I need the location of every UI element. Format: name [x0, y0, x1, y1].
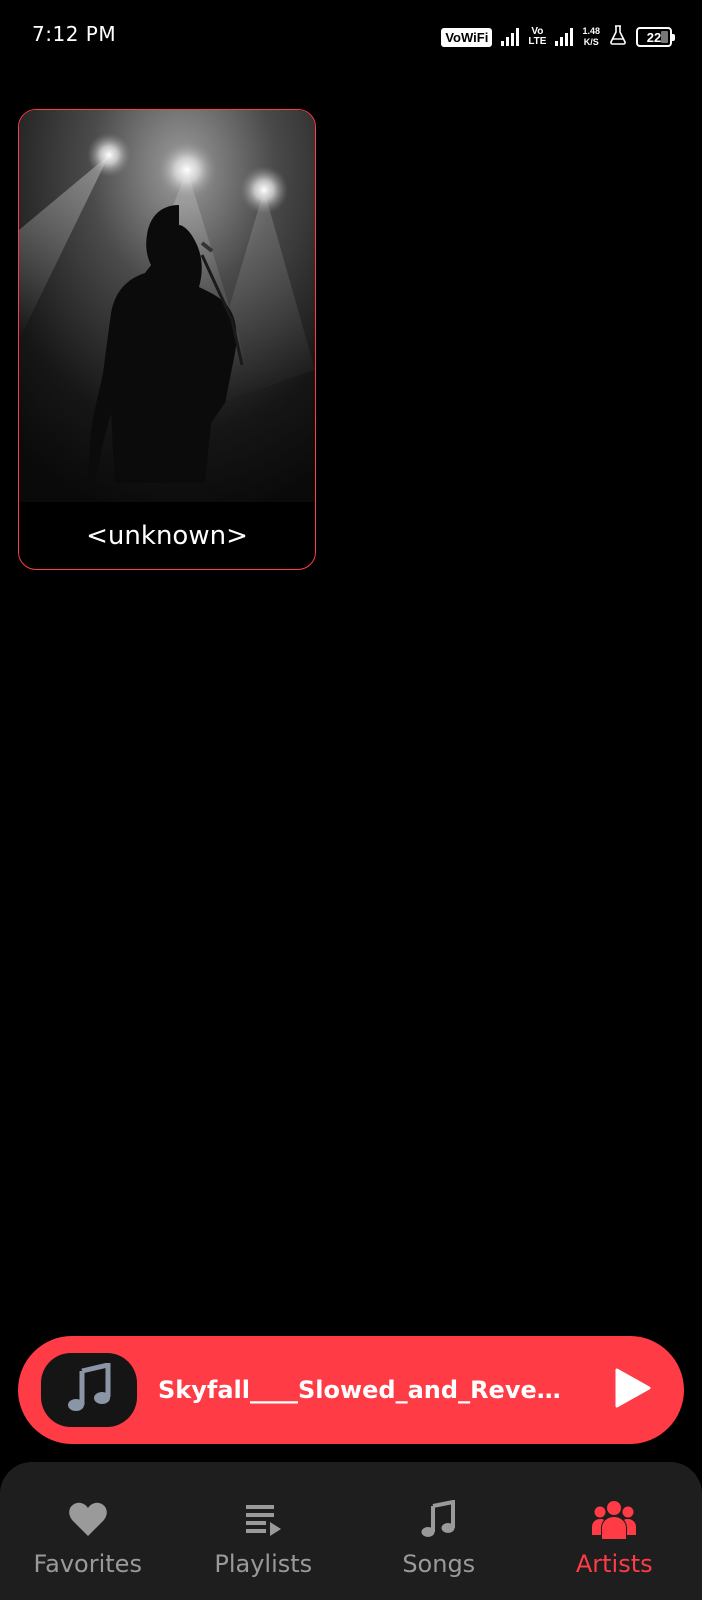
mini-player[interactable]: Skyfall____Slowed_and_Reve… — [18, 1336, 684, 1444]
artist-card[interactable]: <unknown> — [18, 109, 316, 570]
status-icons: VoWiFi Vo LTE 1.48 K/S 22 — [441, 22, 675, 52]
signal-icon-2 — [555, 28, 574, 46]
nav-label-artists: Artists — [575, 1550, 653, 1578]
nav-item-playlists[interactable]: Playlists — [176, 1462, 352, 1600]
vowifi-badge: VoWiFi — [441, 27, 493, 47]
nav-item-songs[interactable]: Songs — [351, 1462, 527, 1600]
nav-item-favorites[interactable]: Favorites — [0, 1462, 176, 1600]
signal-icon — [501, 28, 520, 46]
play-icon — [613, 1367, 651, 1413]
artist-image — [19, 110, 315, 502]
battery-icon: 22 — [636, 27, 675, 47]
nav-label-songs: Songs — [402, 1550, 476, 1578]
volte-badge: Vo LTE — [528, 26, 547, 47]
heart-icon — [68, 1498, 108, 1540]
play-button[interactable] — [610, 1368, 654, 1412]
nav-label-favorites: Favorites — [33, 1550, 142, 1578]
artist-name: <unknown> — [86, 520, 248, 551]
battery-level — [661, 31, 668, 43]
network-speed: 1.48 K/S — [582, 26, 600, 47]
now-playing-title[interactable]: Skyfall____Slowed_and_Reve… — [158, 1376, 590, 1404]
music-note-icon — [421, 1498, 457, 1540]
artists-icon — [592, 1498, 637, 1540]
bottom-nav: Favorites Playlists Songs Artists — [0, 1462, 702, 1600]
status-bar: 7:12 PM VoWiFi Vo LTE 1.48 K/S 22 — [0, 0, 702, 72]
nav-label-playlists: Playlists — [214, 1550, 313, 1578]
flask-icon — [609, 25, 627, 49]
music-note-icon — [66, 1361, 112, 1417]
nav-item-artists[interactable]: Artists — [527, 1462, 702, 1600]
status-time: 7:12 PM — [32, 22, 117, 46]
mini-player-art — [41, 1353, 137, 1427]
playlist-icon — [244, 1498, 282, 1540]
